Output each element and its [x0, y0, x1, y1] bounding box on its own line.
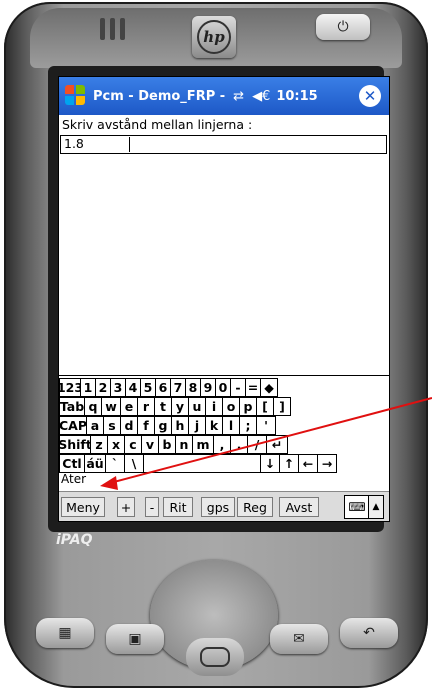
annotation-arrow [100, 397, 432, 490]
